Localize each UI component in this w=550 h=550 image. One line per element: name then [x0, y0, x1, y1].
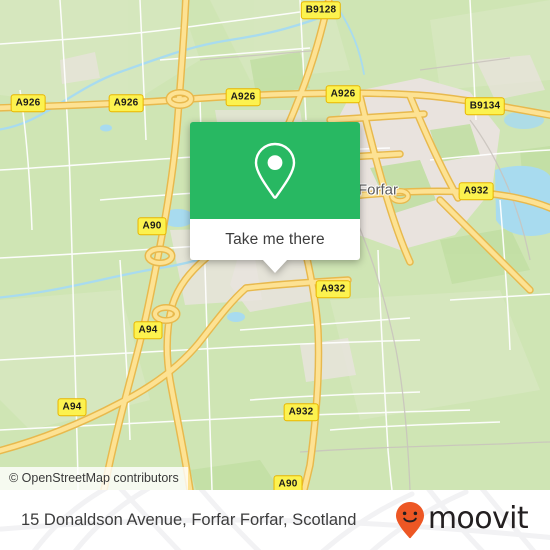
road-shield: A90 [273, 475, 303, 490]
location-pin-icon [254, 142, 296, 199]
map-attribution[interactable]: © OpenStreetMap contributors [0, 467, 188, 490]
moovit-brand[interactable]: moovit [395, 490, 529, 550]
road-shield: A932 [315, 280, 351, 298]
map-screenshot: B9128 A926 A926 A926 A926 B9134 A932 A90 A932 A94… [0, 0, 550, 550]
popup-tail [262, 259, 288, 273]
take-me-there-label: Take me there [225, 230, 325, 248]
road-shield: A94 [57, 398, 87, 416]
road-shield: A926 [325, 85, 361, 103]
place-label: Forfar [357, 181, 399, 199]
map-canvas[interactable]: B9128 A926 A926 A926 A926 B9134 A932 A90 A932 A94… [0, 0, 550, 490]
road-shield: A90 [137, 217, 167, 235]
address-label: 15 Donaldson Avenue, Forfar Forfar, Scot… [21, 510, 357, 529]
moovit-wordmark: moovit [427, 501, 529, 536]
popup-header [190, 122, 360, 219]
popup-footer[interactable]: Take me there [190, 219, 360, 260]
road-shield: B9134 [464, 97, 506, 115]
moovit-smiley-pin-icon [395, 502, 424, 539]
road-shield: B9128 [300, 1, 342, 19]
road-shield: A932 [283, 403, 319, 421]
road-shield: A932 [458, 182, 494, 200]
road-shield: A94 [133, 321, 163, 339]
road-shield: A926 [225, 88, 261, 106]
road-shield: A926 [10, 94, 46, 112]
road-shield: A926 [108, 94, 144, 112]
footer-bar: 15 Donaldson Avenue, Forfar Forfar, Scot… [0, 490, 550, 550]
location-popup[interactable]: Take me there [190, 122, 360, 273]
